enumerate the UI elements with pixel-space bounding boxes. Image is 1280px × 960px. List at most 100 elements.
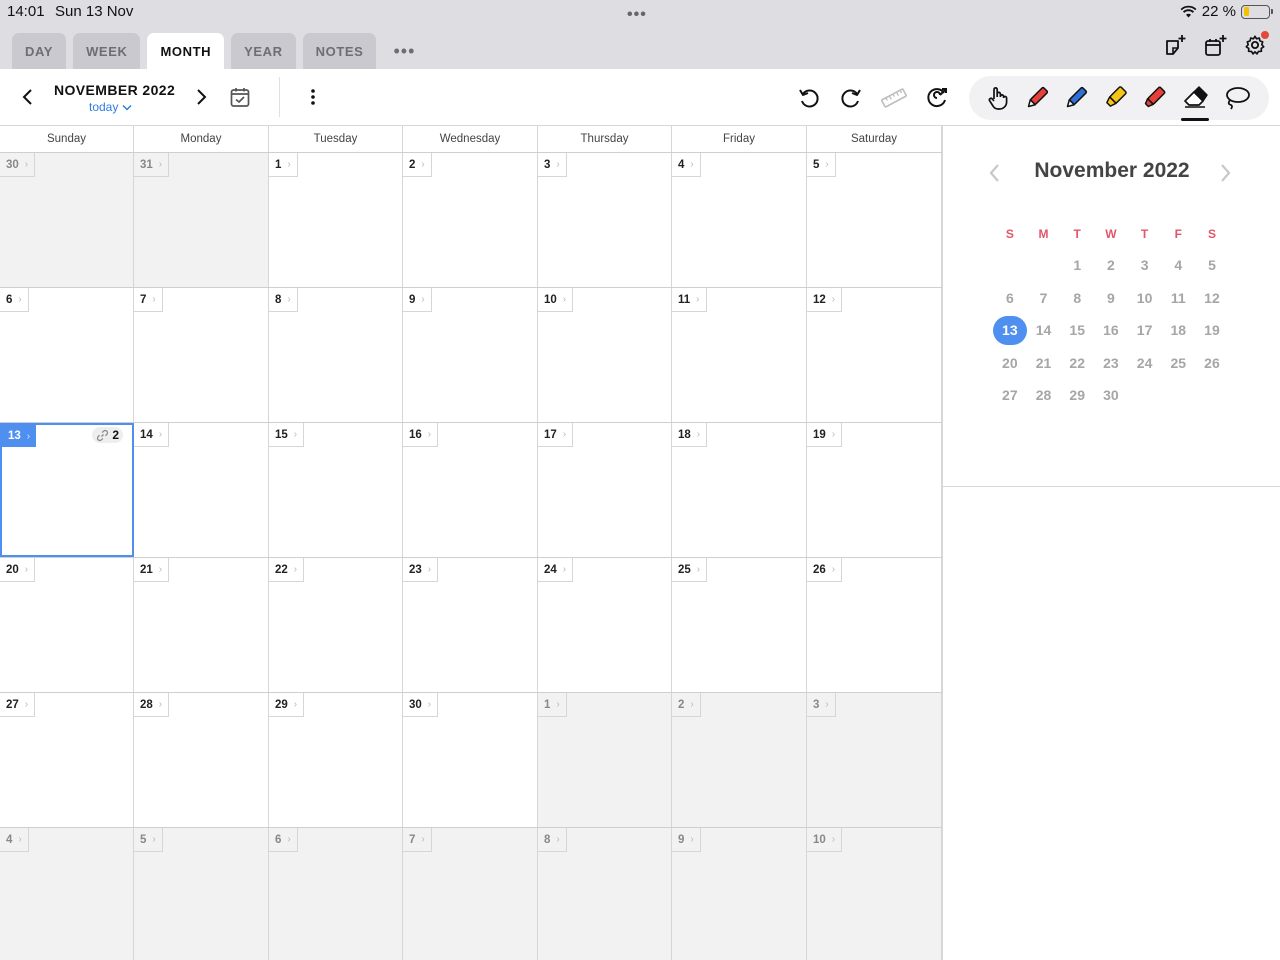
day-cell[interactable]: 17 › <box>538 423 672 557</box>
day-cell[interactable]: 2 › <box>672 693 807 827</box>
day-cell[interactable]: 4 › <box>672 153 807 287</box>
day-cell[interactable]: 12 › <box>807 288 942 422</box>
today-button[interactable]: today <box>89 100 132 114</box>
day-cell[interactable]: 6 › <box>0 288 134 422</box>
day-number-button[interactable]: 18 › <box>672 423 708 447</box>
day-cell[interactable]: 2 › <box>403 153 538 287</box>
day-cell[interactable]: 20 › <box>0 558 134 692</box>
mini-day-selected[interactable]: 13 <box>993 315 1027 345</box>
day-number-button[interactable]: 15 › <box>269 423 305 447</box>
day-cell[interactable]: 3 › <box>538 153 672 287</box>
tab-year[interactable]: YEAR <box>231 33 296 69</box>
more-options-button[interactable] <box>306 86 320 113</box>
tab-month[interactable]: MONTH <box>147 33 225 69</box>
mini-day[interactable]: 24 <box>1128 355 1162 371</box>
day-cell[interactable]: 27 › <box>0 693 134 827</box>
day-number-button[interactable]: 29 › <box>269 693 305 717</box>
day-number-button[interactable]: 21 › <box>134 558 170 582</box>
day-number-button[interactable]: 7 › <box>134 288 163 312</box>
day-number-button[interactable]: 30 › <box>403 693 439 717</box>
day-number-button[interactable]: 31 › <box>134 153 170 177</box>
mini-day[interactable]: 21 <box>1027 355 1061 371</box>
tab-notes[interactable]: NOTES <box>302 33 377 69</box>
day-number-button[interactable]: 22 › <box>269 558 305 582</box>
day-number-button[interactable]: 8 › <box>538 828 567 852</box>
day-number-button[interactable]: 9 › <box>672 828 701 852</box>
day-number-button[interactable]: 17 › <box>538 423 574 447</box>
tab-week[interactable]: WEEK <box>73 33 141 69</box>
day-cell[interactable]: 1 › <box>538 693 672 827</box>
mini-day[interactable]: 3 <box>1128 257 1162 273</box>
day-cell[interactable]: 24 › <box>538 558 672 692</box>
mini-day[interactable]: 5 <box>1195 257 1229 273</box>
mini-day[interactable]: 16 <box>1094 322 1128 338</box>
yellow-highlighter-button[interactable] <box>1102 85 1128 111</box>
day-cell[interactable]: 28 › <box>134 693 269 827</box>
day-number-button[interactable]: 11 › <box>672 288 707 312</box>
day-number-button[interactable]: 13 › <box>2 425 37 447</box>
day-number-button[interactable]: 19 › <box>807 423 843 447</box>
day-cell[interactable]: 30 › <box>0 153 134 287</box>
day-number-button[interactable]: 5 › <box>134 828 163 852</box>
day-cell[interactable]: 6 › <box>269 828 403 960</box>
mini-day[interactable]: 17 <box>1128 322 1162 338</box>
mini-day[interactable]: 15 <box>1060 322 1094 338</box>
previous-month-button[interactable] <box>18 86 38 113</box>
day-cell[interactable]: 25 › <box>672 558 807 692</box>
day-number-button[interactable]: 3 › <box>538 153 567 177</box>
shape-recognition-button[interactable] <box>925 86 949 115</box>
mini-day[interactable]: 18 <box>1161 322 1195 338</box>
mini-day[interactable]: 12 <box>1195 290 1229 306</box>
mini-day[interactable]: 7 <box>1027 290 1061 306</box>
day-cell[interactable]: 10 › <box>538 288 672 422</box>
day-number-button[interactable]: 12 › <box>807 288 843 312</box>
day-cell[interactable]: 5 › <box>807 153 942 287</box>
day-cell[interactable]: 9 › <box>672 828 807 960</box>
ruler-button[interactable] <box>880 86 908 115</box>
mini-day[interactable]: 22 <box>1060 355 1094 371</box>
add-event-button[interactable] <box>1204 34 1227 56</box>
day-number-button[interactable]: 6 › <box>0 288 29 312</box>
red-pen-button[interactable] <box>1024 85 1050 111</box>
day-number-button[interactable]: 9 › <box>403 288 432 312</box>
red-marker-button[interactable] <box>1141 85 1167 111</box>
day-number-button[interactable]: 2 › <box>672 693 701 717</box>
day-number-button[interactable]: 16 › <box>403 423 439 447</box>
mini-next-month-button[interactable] <box>1218 162 1232 189</box>
add-note-button[interactable] <box>1164 34 1186 56</box>
day-cell[interactable]: 11 › <box>672 288 807 422</box>
day-cell[interactable]: 23 › <box>403 558 538 692</box>
mini-day[interactable]: 30 <box>1094 387 1128 403</box>
day-cell[interactable]: 15 › <box>269 423 403 557</box>
day-cell[interactable]: 31 › <box>134 153 269 287</box>
mini-day[interactable]: 4 <box>1161 257 1195 273</box>
redo-button[interactable] <box>839 86 863 115</box>
day-number-button[interactable]: 1 › <box>538 693 567 717</box>
mini-day[interactable]: 20 <box>993 355 1027 371</box>
mini-day[interactable]: 8 <box>1060 290 1094 306</box>
mini-day[interactable]: 28 <box>1027 387 1061 403</box>
day-cell[interactable]: 30 › <box>403 693 538 827</box>
day-number-button[interactable]: 10 › <box>538 288 574 312</box>
mini-day[interactable]: 11 <box>1161 290 1195 306</box>
tab-day[interactable]: DAY <box>12 33 67 69</box>
eraser-button[interactable] <box>1182 85 1208 111</box>
mini-day[interactable]: 26 <box>1195 355 1229 371</box>
mini-day[interactable]: 29 <box>1060 387 1094 403</box>
day-cell[interactable]: 8 › <box>538 828 672 960</box>
day-number-button[interactable]: 1 › <box>269 153 298 177</box>
day-number-button[interactable]: 3 › <box>807 693 836 717</box>
day-number-button[interactable]: 24 › <box>538 558 574 582</box>
day-number-button[interactable]: 8 › <box>269 288 298 312</box>
day-number-button[interactable]: 2 › <box>403 153 432 177</box>
mini-day[interactable]: 2 <box>1094 257 1128 273</box>
settings-button[interactable] <box>1244 31 1269 56</box>
day-number-button[interactable]: 10 › <box>807 828 843 852</box>
day-number-button[interactable]: 5 › <box>807 153 836 177</box>
day-cell[interactable]: 1 › <box>269 153 403 287</box>
day-number-button[interactable]: 28 › <box>134 693 170 717</box>
mini-day[interactable]: 27 <box>993 387 1027 403</box>
mini-day[interactable]: 23 <box>1094 355 1128 371</box>
mini-day[interactable]: 25 <box>1161 355 1195 371</box>
multitasking-dots-icon[interactable]: ••• <box>627 6 647 24</box>
